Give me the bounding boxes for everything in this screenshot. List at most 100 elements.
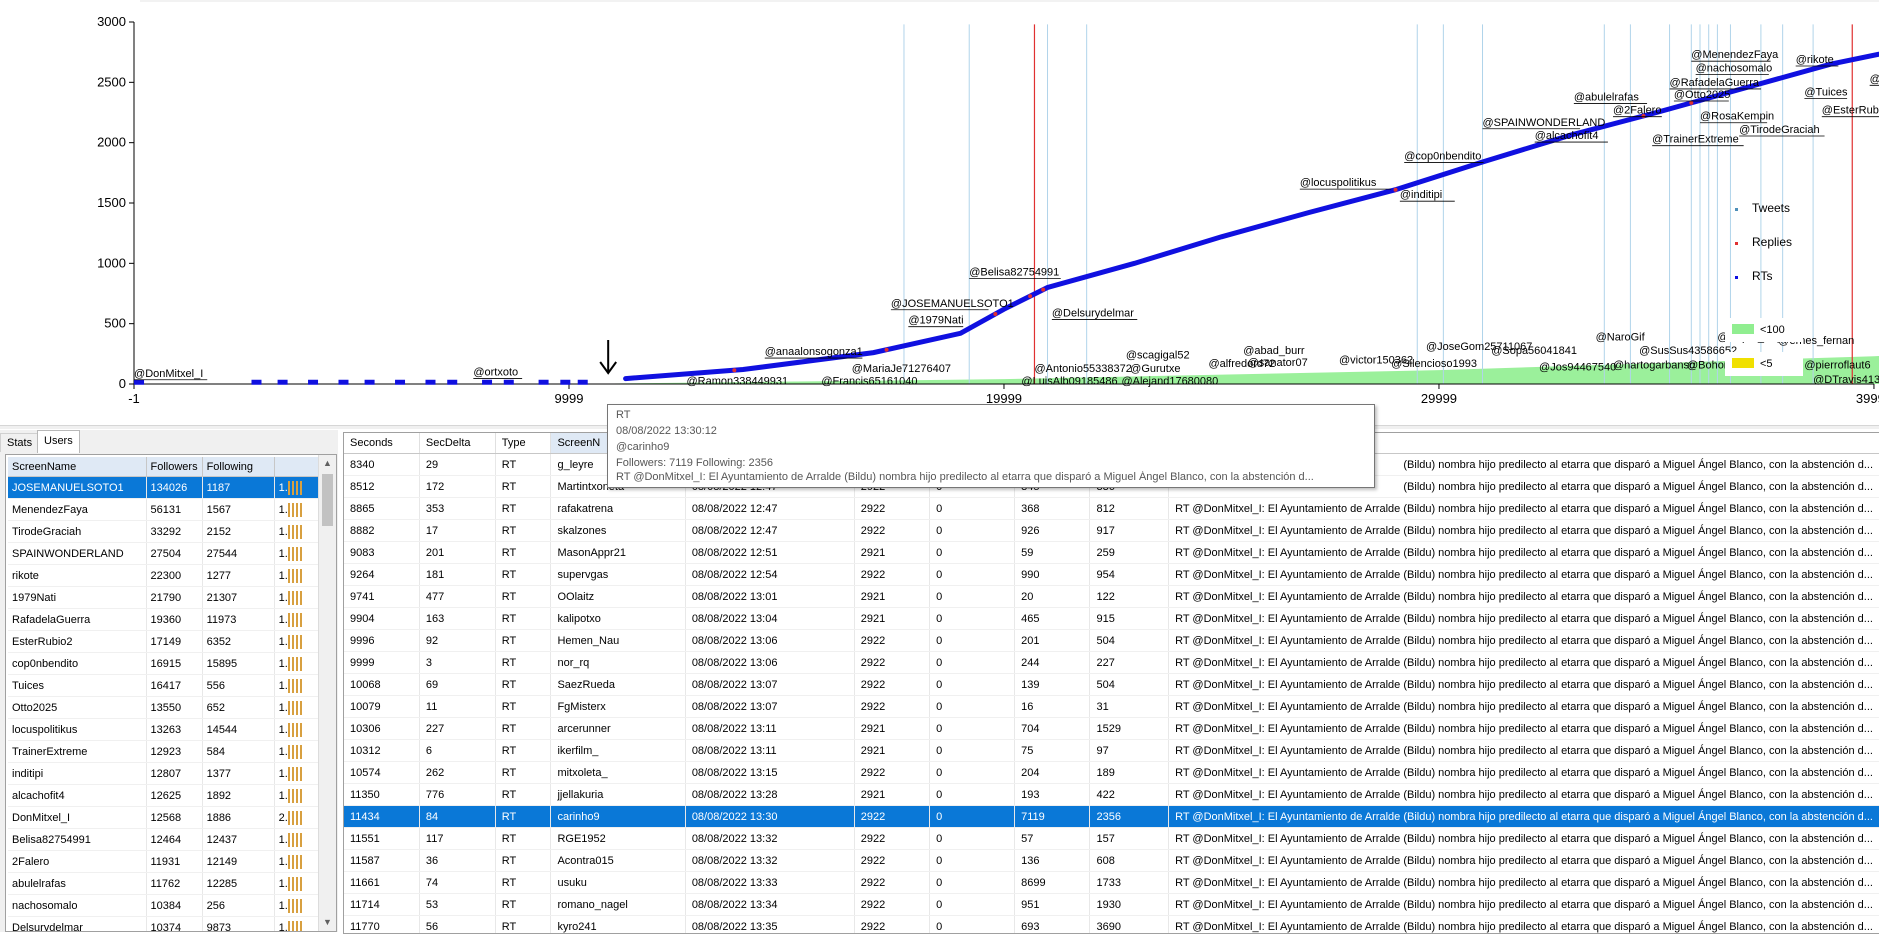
tweet-cell-b: 0 bbox=[930, 630, 1015, 652]
tweet-row[interactable]: 1177056RTkyro24108/08/2022 13:3529220693… bbox=[344, 916, 1879, 934]
user-cell-extra: 1. bbox=[274, 631, 322, 653]
user-row[interactable]: MenendezFaya5613115671. bbox=[8, 499, 322, 521]
y-tick-label: 2500 bbox=[97, 74, 126, 89]
user-row[interactable]: 2Falero11931121491. bbox=[8, 851, 322, 873]
reply-point bbox=[993, 312, 997, 316]
user-cell-followers: 134026 bbox=[146, 477, 202, 499]
tweet-row[interactable]: 11350776RTjjellakuria08/08/2022 13:28292… bbox=[344, 784, 1879, 806]
grid-column-header-1[interactable]: SecDelta bbox=[419, 433, 495, 454]
tweet-cell-s: 11587 bbox=[344, 850, 419, 872]
tweet-cell-fo: 16 bbox=[1015, 696, 1090, 718]
x-tick-label: 29999 bbox=[1421, 391, 1457, 406]
tweet-cell-fg: 259 bbox=[1090, 542, 1169, 564]
tooltip-type: RT bbox=[616, 409, 1368, 421]
user-row[interactable]: alcachofit41262518921. bbox=[8, 785, 322, 807]
user-cell-extra: 1. bbox=[274, 741, 322, 763]
tweet-row[interactable]: 888217RTskalzones08/08/2022 12:472922092… bbox=[344, 520, 1879, 542]
scroll-thumb[interactable] bbox=[322, 474, 333, 526]
tweet-cell-fg: 504 bbox=[1090, 674, 1169, 696]
tweet-cell-fo: 244 bbox=[1015, 652, 1090, 674]
user-cell-following: 556 bbox=[202, 675, 274, 697]
tweet-row[interactable]: 9083201RTMasonAppr2108/08/2022 12:512921… bbox=[344, 542, 1879, 564]
user-cell-followers: 10384 bbox=[146, 895, 202, 917]
scroll-up-icon[interactable]: ▲ bbox=[319, 455, 336, 472]
tweet-row[interactable]: 1143484RTcarinho908/08/2022 13:302922071… bbox=[344, 806, 1879, 828]
tweet-row[interactable]: 1007911RTFgMisterx08/08/2022 13:07292201… bbox=[344, 696, 1879, 718]
tweet-row[interactable]: 9904163RTkalipotxo08/08/2022 13:04292104… bbox=[344, 608, 1879, 630]
tweet-cell-text: RT @DonMitxel_I: El Ayuntamiento de Arra… bbox=[1169, 498, 1879, 520]
column-header-extra[interactable] bbox=[274, 457, 322, 477]
activity-bar bbox=[292, 591, 294, 605]
scroll-down-icon[interactable]: ▼ bbox=[319, 914, 336, 931]
tweet-cell-fo: 57 bbox=[1015, 828, 1090, 850]
user-row[interactable]: EsterRubio21714963521. bbox=[8, 631, 322, 653]
tweet-row[interactable]: 11551117RTRGE195208/08/2022 13:322922057… bbox=[344, 828, 1879, 850]
tweet-row[interactable]: 10574262RTmitxoleta_08/08/2022 13:152922… bbox=[344, 762, 1879, 784]
timeline-chart[interactable]: 050010001500200025003000-199991999929999… bbox=[0, 0, 1879, 425]
user-row[interactable]: Delsurydelmar1037498731. bbox=[8, 917, 322, 933]
user-cell-following: 1886 bbox=[202, 807, 274, 829]
chart-annotation-label: @Sopa56041841 bbox=[1491, 345, 1577, 357]
tweet-row[interactable]: 99993RTnor_rq08/08/2022 13:0629220244227… bbox=[344, 652, 1879, 674]
activity-bar bbox=[292, 855, 294, 869]
early-rt-points bbox=[504, 380, 514, 385]
user-row[interactable]: RafadelaGuerra19360119731. bbox=[8, 609, 322, 631]
user-row[interactable]: locuspolitikus13263145441. bbox=[8, 719, 322, 741]
column-header-screenname[interactable]: ScreenName bbox=[8, 457, 146, 477]
user-row[interactable]: 1979Nati21790213071. bbox=[8, 587, 322, 609]
tweet-cell-b: 0 bbox=[930, 520, 1015, 542]
user-row[interactable]: cop0nbendito16915158951. bbox=[8, 653, 322, 675]
user-row[interactable]: TirodeGraciah3329221521. bbox=[8, 521, 322, 543]
tweet-cell-n: nor_rq bbox=[551, 652, 685, 674]
user-row[interactable]: SPAINWONDERLAND27504275441. bbox=[8, 543, 322, 565]
tweet-row[interactable]: 1006869RTSaezRueda08/08/2022 13:07292201… bbox=[344, 674, 1879, 696]
tweet-cell-n: supervgas bbox=[551, 564, 685, 586]
user-cell-extra: 1. bbox=[274, 521, 322, 543]
activity-bar bbox=[296, 745, 298, 759]
column-header-following[interactable]: Following bbox=[202, 457, 274, 477]
y-tick-label: 1500 bbox=[97, 195, 126, 210]
reply-point bbox=[732, 368, 736, 372]
user-cell-extra: 1. bbox=[274, 719, 322, 741]
user-row[interactable]: inditipi1280713771. bbox=[8, 763, 322, 785]
user-row[interactable]: DonMitxel_I1256818862. bbox=[8, 807, 322, 829]
user-row[interactable]: JOSEMANUELSOTO113402611871. bbox=[8, 477, 322, 499]
column-header-followers[interactable]: Followers bbox=[146, 457, 202, 477]
tweet-row[interactable]: 9741477RTOOlaitz08/08/2022 13:0129210201… bbox=[344, 586, 1879, 608]
user-extra-value: 1. bbox=[279, 767, 288, 779]
user-row[interactable]: TrainerExtreme129235841. bbox=[8, 741, 322, 763]
tweet-row[interactable]: 1166174RTusuku08/08/2022 13:332922086991… bbox=[344, 872, 1879, 894]
user-cell-name: alcachofit4 bbox=[8, 785, 146, 807]
tweet-cell-s: 8512 bbox=[344, 476, 419, 498]
user-cell-name: locuspolitikus bbox=[8, 719, 146, 741]
grid-column-header-0[interactable]: Seconds bbox=[344, 433, 419, 454]
tweet-cell-s: 10574 bbox=[344, 762, 419, 784]
user-row[interactable]: nachosomalo103842561. bbox=[8, 895, 322, 917]
tab-users[interactable]: Users bbox=[37, 430, 80, 453]
tweet-row[interactable]: 9264181RTsupervgas08/08/2022 12:54292209… bbox=[344, 564, 1879, 586]
user-row[interactable]: Tuices164175561. bbox=[8, 675, 322, 697]
tweet-row[interactable]: 10306227RTarcerunner08/08/2022 13:112921… bbox=[344, 718, 1879, 740]
tab-stats[interactable]: Stats bbox=[0, 433, 39, 452]
user-row[interactable]: abulelrafas11762122851. bbox=[8, 873, 322, 895]
tweet-cell-d: 227 bbox=[419, 718, 495, 740]
tweet-row[interactable]: 1171453RTromano_nagel08/08/2022 13:34292… bbox=[344, 894, 1879, 916]
chart-annotation-label: @RosaKempin bbox=[1700, 111, 1774, 123]
chart-annotation-label: @DTravis41381727 bbox=[1813, 374, 1879, 386]
tweet-cell-fo: 368 bbox=[1015, 498, 1090, 520]
user-row[interactable]: Otto2025135506521. bbox=[8, 697, 322, 719]
tweet-row[interactable]: 103126RTikerfilm_08/08/2022 13:112921075… bbox=[344, 740, 1879, 762]
tweet-cell-text: RT @DonMitxel_I: El Ayuntamiento de Arra… bbox=[1169, 696, 1879, 718]
tweet-row[interactable]: 1158736RTAcontra01508/08/2022 13:3229220… bbox=[344, 850, 1879, 872]
user-row[interactable]: Belisa8275499112464124371. bbox=[8, 829, 322, 851]
tweet-cell-s: 8865 bbox=[344, 498, 419, 520]
users-scrollbar[interactable]: ▲ ▼ bbox=[318, 455, 336, 931]
tweet-row[interactable]: 999692RTHemen_Nau08/08/2022 13:062922020… bbox=[344, 630, 1879, 652]
user-row[interactable]: rikote2230012771. bbox=[8, 565, 322, 587]
tweet-cell-t: RT bbox=[495, 894, 551, 916]
activity-bar bbox=[292, 811, 294, 825]
tweet-cell-fo: 704 bbox=[1015, 718, 1090, 740]
tweet-row[interactable]: 8865353RTrafakatrena08/08/2022 12:472922… bbox=[344, 498, 1879, 520]
user-cell-name: 1979Nati bbox=[8, 587, 146, 609]
grid-column-header-2[interactable]: Type bbox=[495, 433, 551, 454]
